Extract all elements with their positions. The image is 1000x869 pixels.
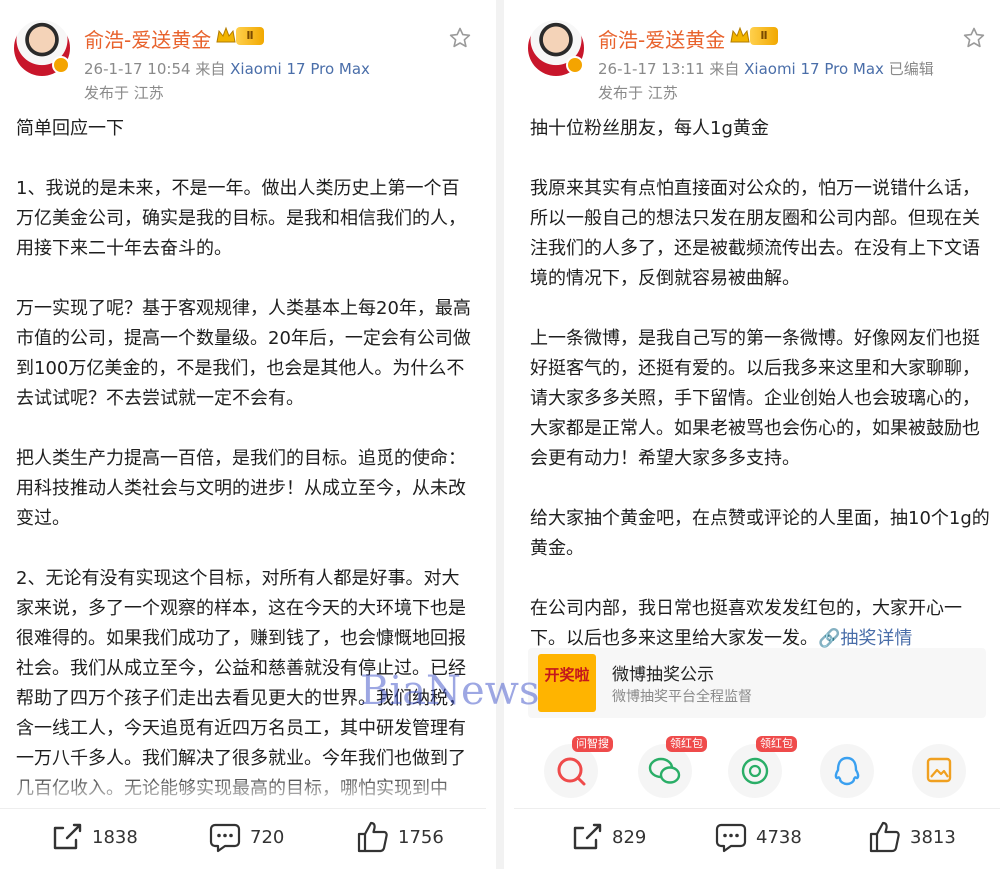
comment-icon [715,823,747,853]
ai-search-icon [557,757,586,786]
source-device[interactable]: Xiaomi 17 Pro Max [230,60,370,78]
like-thumb-icon [357,821,388,853]
source-prefix: 来自 [195,60,226,78]
post-paragraph: 抽十位粉丝朋友，每人1g黄金 [530,118,769,139]
wechat-icon [648,757,681,784]
like-button[interactable]: 1756 [356,819,444,855]
share-tag: 领红包 [666,736,707,752]
lottery-card-title: 微博抽奖公示 [612,665,714,685]
lottery-link-label: 抽奖详情 [840,628,913,649]
action-bar: 1838 720 1756 [0,808,486,864]
lottery-logo: 开奖啦 [538,654,596,712]
post-paragraph: 简单回应一下 [16,118,124,139]
share-tag: 领红包 [756,736,797,752]
comment-count: 4738 [756,826,802,848]
share-button[interactable]: 829 [570,819,646,855]
comment-count: 720 [250,826,285,848]
vip-level-badge: Ⅱ [750,27,778,45]
post-time: 26-1-17 10:54 [84,60,191,78]
like-count: 3813 [910,826,956,848]
lottery-detail-link[interactable]: 🔗抽奖详情 [818,628,912,649]
lottery-card[interactable]: 开奖啦 微博抽奖公示 微博抽奖平台全程监督 [528,648,986,718]
post-body: 抽十位粉丝朋友，每人1g黄金 我原来其实有点怕直接面对公众的，怕万一说错什么话，… [530,114,990,684]
post-paragraph: 给大家抽个黄金吧，在点赞或评论的人里面，抽10个1g的黄金。 [530,508,990,559]
share-moments-button[interactable]: 领红包 [728,736,797,798]
verified-badge-icon [52,56,70,74]
share-button[interactable]: 1838 [50,819,138,855]
share-qq-button[interactable] [820,744,874,798]
share-ai-search-button[interactable]: 问智搜 [544,736,613,798]
verified-badge-icon [566,56,584,74]
weibo-post-left: 俞浩-爱送黄金 Ⅱ 26-1-17 10:54 来自 Xiaomi 17 Pro… [0,0,486,869]
username[interactable]: 俞浩-爱送黄金 [598,24,725,53]
like-thumb-icon [869,821,900,853]
edited-label[interactable]: 已编辑 [889,60,934,78]
post-location: 发布于 江苏 [84,84,164,102]
share-wechat-button[interactable]: 领红包 [638,736,707,798]
qq-icon [834,756,860,786]
post-paragraph: 上一条微博，是我自己写的第一条微博。好像网友们也挺好挺客气的，还挺有爱的。以后我… [530,328,980,469]
username[interactable]: 俞浩-爱送黄金 [84,24,211,53]
post-header: 俞浩-爱送黄金 Ⅱ 26-1-17 13:11 来自 Xiaomi 17 Pro… [514,0,1000,110]
moments-icon [741,757,769,785]
post-paragraph: 万一实现了呢？基于客观规律，人类基本上每20年，最高市值的公司，提高一个数量级。… [16,298,471,409]
share-icon [573,823,602,850]
comment-button[interactable]: 720 [208,819,284,855]
share-count: 829 [612,826,647,848]
vip-crown-icon [730,26,750,43]
post-paragraph: 1、我说的是未来，不是一年。做出人类历史上第一个百万亿美金公司，确实是我的目标。… [16,178,466,259]
post-body: 简单回应一下 1、我说的是未来，不是一年。做出人类历史上第一个百万亿美金公司，确… [16,114,476,806]
post-location: 发布于 江苏 [598,84,678,102]
source-device[interactable]: Xiaomi 17 Pro Max [744,60,884,78]
like-button[interactable]: 3813 [868,819,956,855]
comment-button[interactable]: 4738 [714,819,802,855]
favorite-star-icon[interactable] [962,26,986,50]
post-paragraph: 我原来其实有点怕直接面对公众的，怕万一说错什么话，所以一般自己的想法只发在朋友圈… [530,178,980,289]
comment-icon [209,823,241,853]
post-meta: 26-1-17 13:11 来自 Xiaomi 17 Pro Max 已编辑 [598,58,934,79]
image-share-icon [926,757,952,783]
share-tag: 问智搜 [572,736,613,752]
panel-divider [496,0,504,869]
lottery-logo-text: 开奖啦 [544,666,590,684]
share-image-button[interactable] [912,744,966,798]
text-fade [0,770,486,810]
vip-crown-icon [216,26,236,43]
vip-level-badge: Ⅱ [236,27,264,45]
post-meta: 26-1-17 10:54 来自 Xiaomi 17 Pro Max [84,58,370,79]
share-targets-row: 问智搜 领红包 领红包 [514,736,1000,804]
link-icon: 🔗 [818,628,841,649]
favorite-star-icon[interactable] [448,26,472,50]
share-icon [53,823,82,850]
like-count: 1756 [398,826,444,848]
post-time: 26-1-17 13:11 [598,60,705,78]
weibo-post-right: 俞浩-爱送黄金 Ⅱ 26-1-17 13:11 来自 Xiaomi 17 Pro… [514,0,1000,869]
lottery-card-subtitle: 微博抽奖平台全程监督 [612,689,752,705]
post-paragraph: 在公司内部，我日常也挺喜欢发发红包的，大家开心一下。以后也多来这里给大家发一发。… [530,594,990,654]
source-prefix: 来自 [709,60,740,78]
post-header: 俞浩-爱送黄金 Ⅱ 26-1-17 10:54 来自 Xiaomi 17 Pro… [0,0,486,110]
post-paragraph: 把人类生产力提高一百倍，是我们的目标。追觅的使命：用科技推动人类社会与文明的进步… [16,448,466,529]
action-bar: 829 4738 3813 [514,808,1000,864]
share-count: 1838 [92,826,138,848]
